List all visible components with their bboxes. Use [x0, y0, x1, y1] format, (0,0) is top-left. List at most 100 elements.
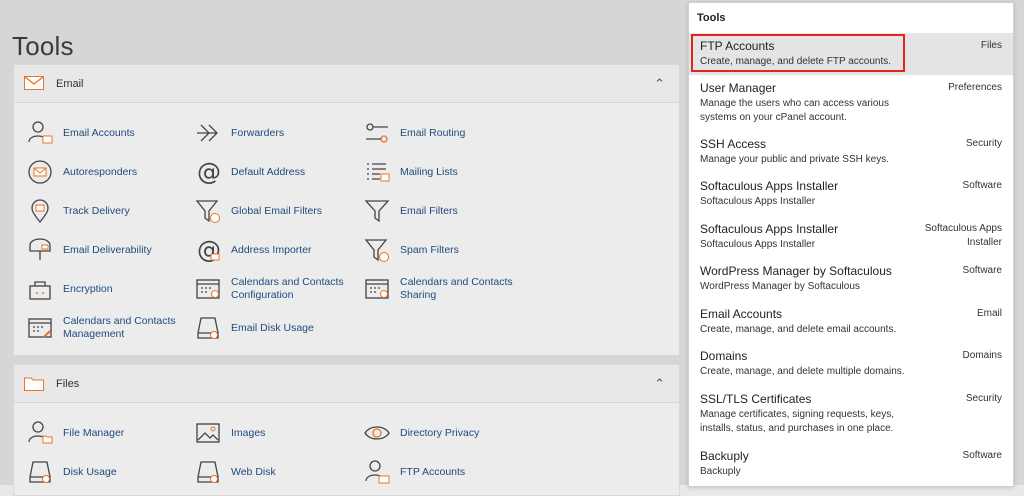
tool-label: Forwarders	[231, 126, 285, 139]
dropdown-item-category: Software	[962, 180, 1002, 191]
tool-label: Calendars and Contacts Configuration	[231, 276, 344, 301]
tool-email-disk-usage[interactable]: Email Disk Usage	[194, 314, 351, 342]
dropdown-item-ftp-accounts[interactable]: FTP Accounts Create, manage, and delete …	[689, 33, 1013, 75]
dropdown-item-category: Domains	[962, 350, 1002, 361]
files-panel: Files ⌃ File Manager Images Directory Pr…	[13, 364, 680, 496]
tool-label: Address Importer	[231, 243, 312, 256]
tool-autoresponders[interactable]: Autoresponders	[26, 158, 183, 186]
tool-calendars-contacts-configuration[interactable]: Calendars and Contacts Configuration	[194, 275, 351, 303]
dropdown-item-ssh-access[interactable]: SSH Access Manage your public and privat…	[689, 131, 1013, 173]
envelope-icon	[24, 75, 46, 92]
dropdown-item-domains[interactable]: Domains Create, manage, and delete multi…	[689, 343, 1013, 386]
tool-file-manager[interactable]: File Manager	[26, 419, 183, 447]
page-title: Tools	[12, 31, 74, 62]
tool-label: File Manager	[63, 426, 125, 439]
email-disk-usage-icon	[194, 314, 222, 342]
tool-label: Email Accounts	[63, 126, 135, 139]
tool-default-address[interactable]: @ Default Address	[194, 158, 351, 186]
global-email-filters-icon	[194, 197, 222, 225]
dropdown-item-desc: Softaculous Apps Installer	[700, 196, 816, 207]
tool-label: Spam Filters	[400, 243, 459, 256]
tool-label: Directory Privacy	[400, 426, 480, 439]
tool-label: FTP Accounts	[400, 465, 466, 478]
dropdown-item-category: Security	[965, 393, 1002, 404]
tool-label: Email Routing	[400, 126, 466, 139]
email-accounts-icon	[26, 119, 54, 147]
dropdown-header: Tools	[697, 12, 726, 24]
email-panel: Email ⌃ Email Accounts Forwarders Email …	[13, 64, 680, 356]
tool-email-filters[interactable]: Email Filters	[363, 197, 520, 225]
tool-calendars-contacts-sharing[interactable]: Calendars and Contacts Sharing	[363, 275, 520, 303]
dropdown-item-category: Softaculous Apps Installer	[924, 223, 1002, 248]
mailing-lists-icon	[363, 158, 391, 186]
tool-calendars-contacts-management[interactable]: Calendars and Contacts Management	[26, 314, 183, 342]
dropdown-item-desc: Create, manage, and delete email account…	[700, 324, 897, 335]
tool-email-deliverability[interactable]: Email Deliverability	[26, 236, 183, 264]
dropdown-item-desc: Backuply	[700, 466, 741, 477]
tool-email-accounts[interactable]: Email Accounts	[26, 119, 183, 147]
tool-label: Calendars and Contacts Sharing	[400, 276, 513, 301]
dropdown-item-category: Security	[965, 138, 1002, 149]
dropdown-item-email-accounts[interactable]: Email Accounts Create, manage, and delet…	[689, 301, 1013, 343]
tool-track-delivery[interactable]: Track Delivery	[26, 197, 183, 225]
tool-forwarders[interactable]: Forwarders	[194, 119, 351, 147]
tool-label: Calendars and Contacts Management	[63, 315, 176, 340]
tools-search-dropdown: Tools FTP Accounts Create, manage, and d…	[688, 2, 1014, 487]
web-disk-icon	[194, 458, 222, 486]
tool-label: Global Email Filters	[231, 204, 323, 217]
encryption-icon	[26, 275, 54, 303]
chevron-up-icon[interactable]: ⌃	[654, 376, 665, 392]
tool-email-routing[interactable]: Email Routing	[363, 119, 520, 147]
dropdown-item-category: Software	[962, 450, 1002, 461]
calendar-sharing-icon	[363, 275, 391, 303]
email-panel-header[interactable]: Email ⌃	[14, 65, 679, 103]
tool-directory-privacy[interactable]: Directory Privacy	[363, 419, 520, 447]
dropdown-item-softaculous-software[interactable]: Softaculous Apps Installer Softaculous A…	[689, 173, 1013, 216]
folder-icon	[24, 376, 46, 392]
tool-label: Email Deliverability	[63, 243, 152, 256]
dropdown-item-desc: Manage the users who can access various …	[700, 98, 889, 123]
tool-label: Email Disk Usage	[231, 321, 314, 334]
spam-filters-icon	[363, 236, 391, 264]
dropdown-item-backuply[interactable]: Backuply Backuply Software	[689, 443, 1013, 485]
email-deliverability-icon	[26, 236, 54, 264]
dropdown-item-desc: Create, manage, and delete multiple doma…	[700, 366, 905, 377]
tool-address-importer[interactable]: @ Address Importer	[194, 236, 351, 264]
tool-web-disk[interactable]: Web Disk	[194, 458, 351, 486]
dropdown-item-user-manager[interactable]: User Manager Manage the users who can ac…	[689, 75, 1013, 131]
calendar-config-icon	[194, 275, 222, 303]
ftp-accounts-icon	[363, 458, 391, 486]
tool-images[interactable]: Images	[194, 419, 351, 447]
dropdown-item-wordpress-manager[interactable]: WordPress Manager by Softaculous WordPre…	[689, 258, 1013, 301]
tool-spam-filters[interactable]: Spam Filters	[363, 236, 520, 264]
tool-disk-usage[interactable]: Disk Usage	[26, 458, 183, 486]
dropdown-item-softaculous-apps[interactable]: Softaculous Apps Installer Softaculous A…	[689, 216, 1013, 258]
svg-text:@: @	[197, 159, 221, 185]
dropdown-item-desc: Softaculous Apps Installer	[700, 239, 816, 250]
tool-mailing-lists[interactable]: Mailing Lists	[363, 158, 520, 186]
dropdown-item-category: Software	[962, 265, 1002, 276]
calendar-management-icon	[26, 314, 54, 342]
chevron-up-icon[interactable]: ⌃	[654, 76, 665, 92]
tool-ftp-accounts[interactable]: FTP Accounts	[363, 458, 520, 486]
dropdown-item-desc: Manage certificates, signing requests, k…	[700, 409, 894, 434]
dropdown-item-category: Preferences	[948, 82, 1002, 93]
dropdown-item-desc: Create, manage, and delete FTP accounts.	[700, 56, 892, 67]
email-filters-icon	[363, 197, 391, 225]
files-panel-title: Files	[56, 377, 80, 390]
tool-label: Default Address	[231, 165, 306, 178]
email-panel-title: Email	[56, 77, 84, 90]
tool-label: Email Filters	[400, 204, 458, 217]
tool-label: Autoresponders	[63, 165, 138, 178]
default-address-icon: @	[194, 158, 222, 186]
dropdown-item-ssl-tls[interactable]: SSL/TLS Certificates Manage certificates…	[689, 386, 1013, 443]
files-panel-header[interactable]: Files ⌃	[14, 365, 679, 403]
tool-global-email-filters[interactable]: Global Email Filters	[194, 197, 351, 225]
email-routing-icon	[363, 119, 391, 147]
tool-label: Mailing Lists	[400, 165, 458, 178]
tool-label: Encryption	[63, 282, 113, 295]
forwarders-icon	[194, 119, 222, 147]
tool-encryption[interactable]: Encryption	[26, 275, 183, 303]
tool-label: Images	[231, 426, 266, 439]
file-manager-icon	[26, 419, 54, 447]
